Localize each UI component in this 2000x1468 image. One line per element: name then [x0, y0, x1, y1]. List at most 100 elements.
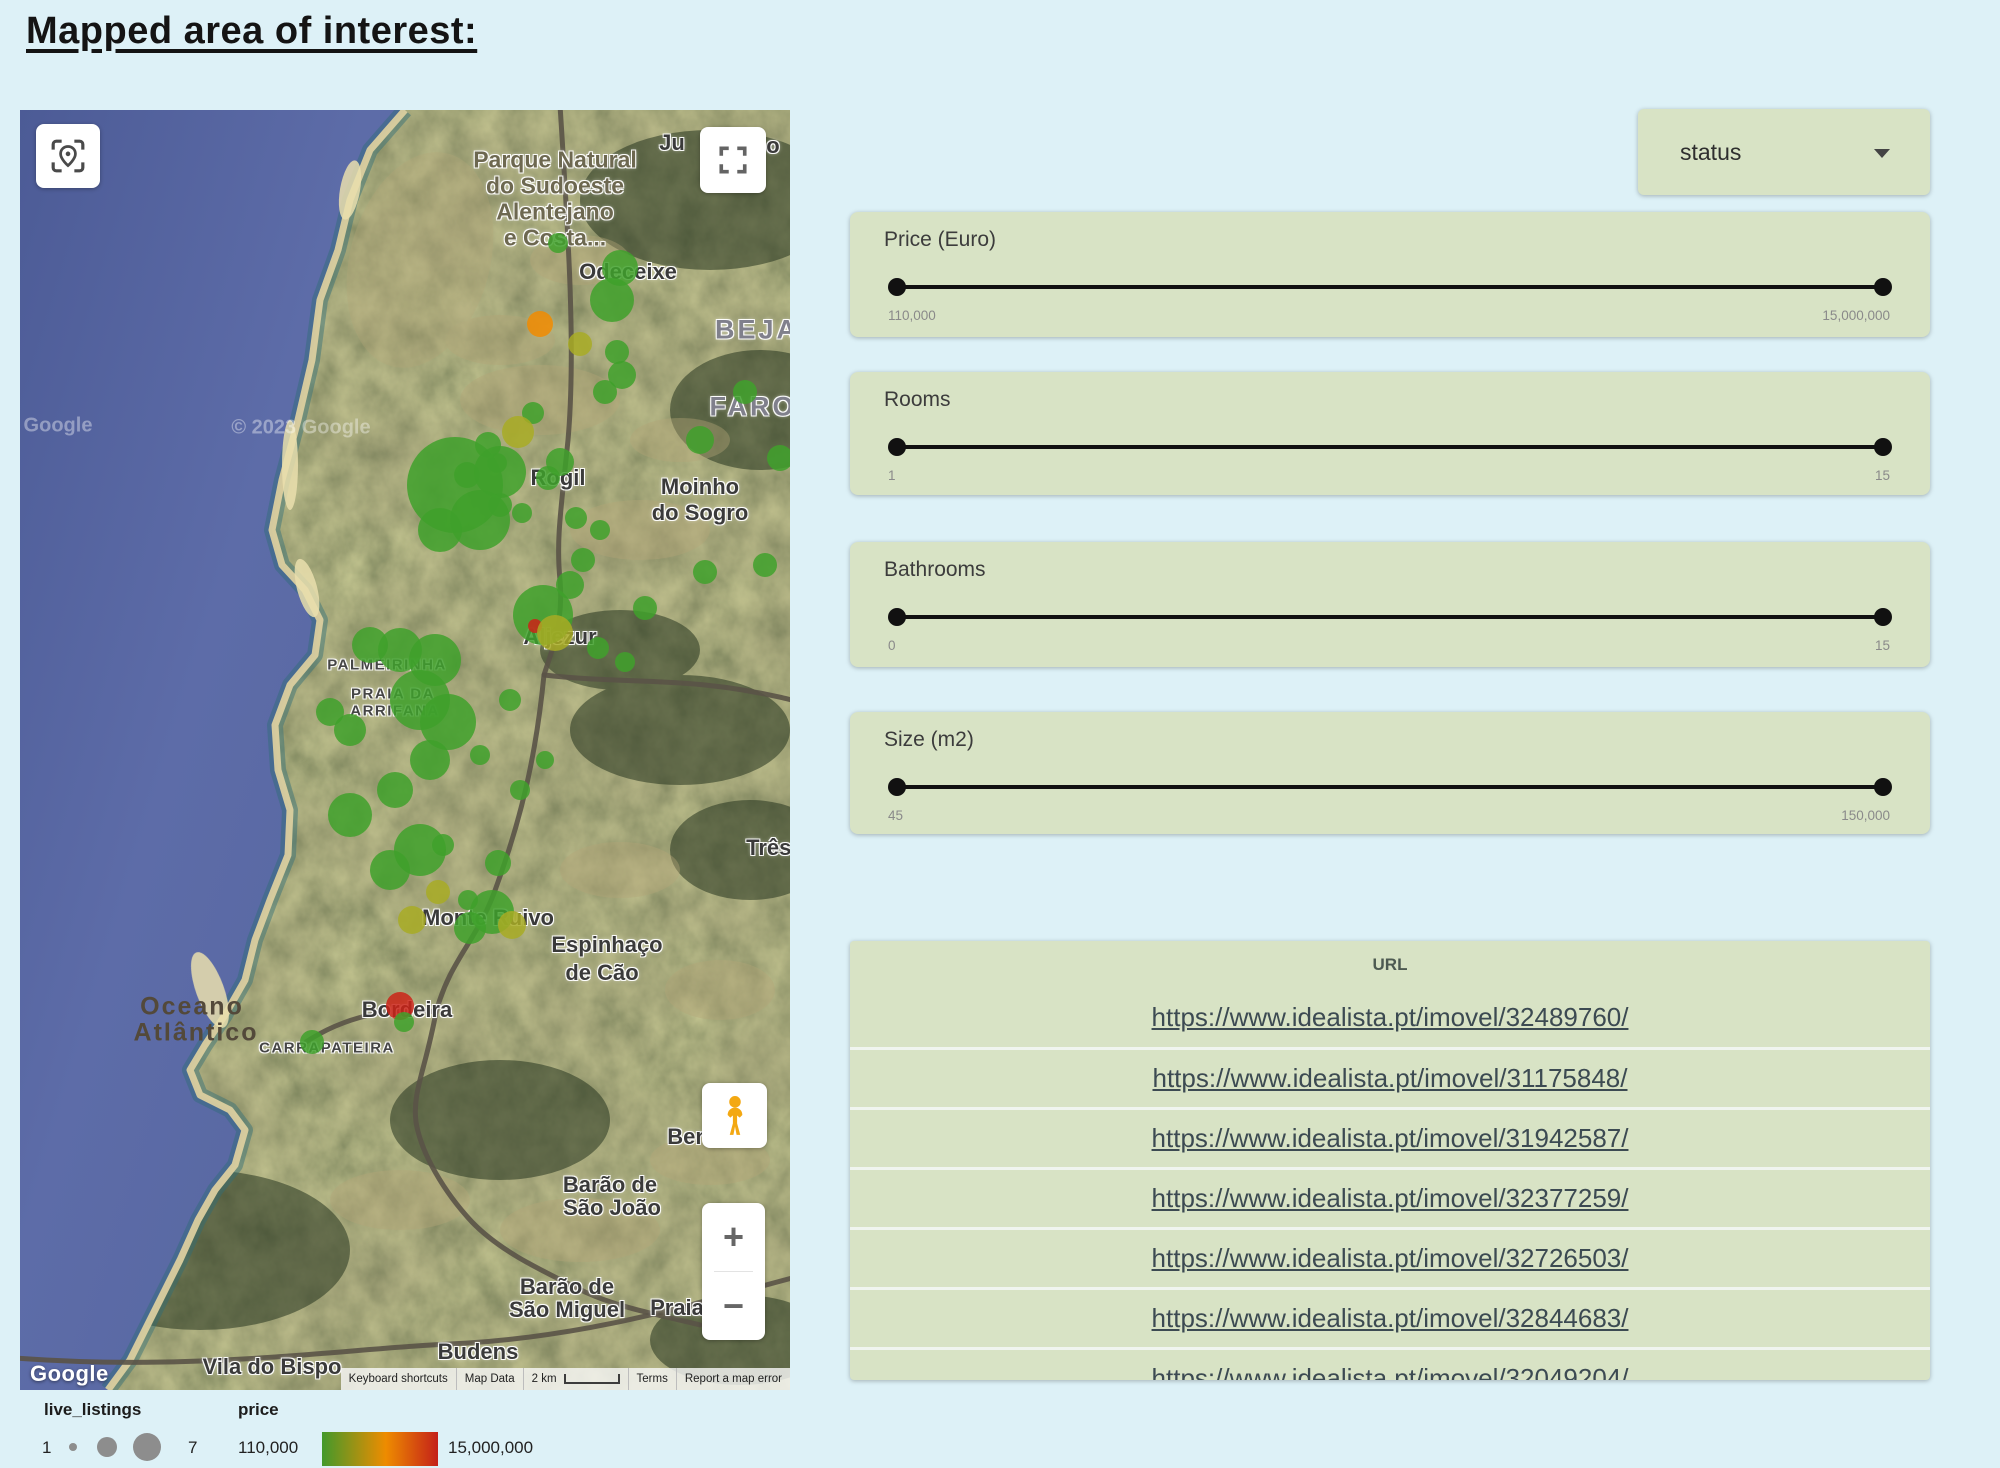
- listing-dot[interactable]: [686, 426, 714, 454]
- table-row: https://www.idealista.pt/imovel/31942587…: [850, 1107, 1930, 1167]
- satellite-map[interactable]: Parque Naturaldo SudoesteAlentejanoe Cos…: [20, 110, 790, 1390]
- listing-dot[interactable]: [693, 560, 717, 584]
- filter-label: Bathrooms: [884, 558, 986, 582]
- listing-dot[interactable]: [605, 340, 629, 364]
- slider-handle-max[interactable]: [1874, 438, 1892, 456]
- legend-size-max: 7: [188, 1438, 197, 1458]
- listing-dot[interactable]: [556, 571, 584, 599]
- attribution-item[interactable]: Report a map error: [676, 1368, 790, 1390]
- listing-dot[interactable]: [536, 751, 554, 769]
- slider-handle-min[interactable]: [888, 278, 906, 296]
- listing-dot[interactable]: [370, 850, 410, 890]
- listing-link[interactable]: https://www.idealista.pt/imovel/31175848…: [1152, 1063, 1627, 1094]
- listing-dot[interactable]: [398, 906, 426, 934]
- filter-label: Price (Euro): [884, 228, 996, 252]
- listing-dot[interactable]: [426, 880, 450, 904]
- listing-link[interactable]: https://www.idealista.pt/imovel/32489760…: [1152, 1002, 1629, 1033]
- slider-handle-max[interactable]: [1874, 778, 1892, 796]
- status-dropdown-label: status: [1680, 139, 1741, 166]
- size-dot-large: [133, 1433, 161, 1461]
- listing-dot[interactable]: [593, 380, 617, 404]
- listing-dot[interactable]: [502, 416, 534, 448]
- range-slider[interactable]: [897, 608, 1883, 626]
- listing-dot[interactable]: [536, 466, 560, 490]
- slider-min-label: 0: [888, 638, 896, 653]
- attribution-item[interactable]: Map Data: [456, 1368, 523, 1390]
- listing-dot[interactable]: [454, 912, 486, 944]
- listing-dot[interactable]: [328, 793, 372, 837]
- listing-dot[interactable]: [548, 233, 568, 253]
- listing-dot[interactable]: [432, 834, 454, 856]
- listing-dot[interactable]: [410, 740, 450, 780]
- listing-dot[interactable]: [499, 689, 521, 711]
- listing-link[interactable]: https://www.idealista.pt/imovel/32377259…: [1152, 1183, 1629, 1214]
- slider-track: [897, 285, 1883, 289]
- attribution-item: 2 km: [523, 1368, 628, 1390]
- listing-dot[interactable]: [590, 520, 610, 540]
- slider-range-labels: 015: [888, 638, 1890, 653]
- price-gradient-bar: [322, 1432, 438, 1466]
- listing-dot[interactable]: [568, 332, 592, 356]
- slider-handle-min[interactable]: [888, 438, 906, 456]
- listing-dot[interactable]: [418, 508, 462, 552]
- pegman-button[interactable]: [702, 1083, 767, 1148]
- filter-label: Size (m2): [884, 728, 974, 752]
- slider-handle-max[interactable]: [1874, 608, 1892, 626]
- size-dot-small: [69, 1443, 77, 1451]
- range-slider[interactable]: [897, 778, 1883, 796]
- listing-dot[interactable]: [565, 507, 587, 529]
- zoom-out-button[interactable]: −: [702, 1272, 765, 1340]
- slider-max-label: 15: [1875, 468, 1890, 483]
- listing-dot[interactable]: [633, 596, 657, 620]
- zoom-in-button[interactable]: +: [702, 1203, 765, 1271]
- map-attribution-bar: Keyboard shortcutsMap Data2 kmTermsRepor…: [341, 1368, 790, 1390]
- listing-link[interactable]: https://www.idealista.pt/imovel/32049204…: [1152, 1363, 1629, 1380]
- slider-min-label: 110,000: [888, 308, 936, 323]
- listing-dot[interactable]: [527, 311, 553, 337]
- listing-dot[interactable]: [498, 911, 526, 939]
- listing-dot[interactable]: [316, 698, 344, 726]
- locate-button[interactable]: [36, 124, 100, 188]
- slider-handle-max[interactable]: [1874, 278, 1892, 296]
- listing-dot[interactable]: [512, 503, 532, 523]
- listing-dot[interactable]: [537, 615, 573, 651]
- listing-dot[interactable]: [767, 445, 790, 471]
- listing-dot[interactable]: [377, 772, 413, 808]
- attribution-item[interactable]: Keyboard shortcuts: [341, 1368, 456, 1390]
- listing-dot[interactable]: [753, 553, 777, 577]
- listing-dot[interactable]: [394, 1012, 414, 1032]
- legend-size-min: 1: [42, 1438, 51, 1458]
- slider-min-label: 1: [888, 468, 896, 483]
- status-dropdown[interactable]: status: [1638, 109, 1930, 195]
- listing-link[interactable]: https://www.idealista.pt/imovel/31942587…: [1152, 1123, 1629, 1154]
- listing-dot[interactable]: [733, 380, 757, 404]
- map-legend: live_listings 1 7 price 110,000 15,000,0…: [0, 1396, 900, 1468]
- slider-handle-min[interactable]: [888, 778, 906, 796]
- listing-dot[interactable]: [590, 278, 634, 322]
- range-slider[interactable]: [897, 278, 1883, 296]
- size-dot-medium: [97, 1437, 117, 1457]
- listing-link[interactable]: https://www.idealista.pt/imovel/32726503…: [1152, 1243, 1629, 1274]
- attribution-item[interactable]: Terms: [628, 1368, 676, 1390]
- filter-panel-rooms: Rooms115: [850, 372, 1930, 495]
- map-scale-bar: [564, 1374, 620, 1384]
- listing-dot[interactable]: [571, 548, 595, 572]
- slider-track: [897, 615, 1883, 619]
- legend-price-max: 15,000,000: [448, 1438, 533, 1458]
- slider-track: [897, 445, 1883, 449]
- table-row: https://www.idealista.pt/imovel/32049204…: [850, 1347, 1930, 1380]
- fullscreen-button[interactable]: [700, 127, 766, 193]
- listing-dot[interactable]: [510, 780, 530, 800]
- table-row: https://www.idealista.pt/imovel/32377259…: [850, 1167, 1930, 1227]
- listing-link[interactable]: https://www.idealista.pt/imovel/32844683…: [1152, 1303, 1629, 1334]
- filter-panel-bathrooms: Bathrooms 015: [850, 542, 1930, 667]
- table-row: https://www.idealista.pt/imovel/32726503…: [850, 1227, 1930, 1287]
- slider-handle-min[interactable]: [888, 608, 906, 626]
- listing-dot[interactable]: [587, 637, 609, 659]
- listing-dot[interactable]: [615, 652, 635, 672]
- range-slider[interactable]: [897, 438, 1883, 456]
- google-logo[interactable]: Google: [30, 1361, 109, 1387]
- listing-dot[interactable]: [470, 745, 490, 765]
- listing-dot[interactable]: [300, 1030, 324, 1054]
- listing-dot[interactable]: [485, 850, 511, 876]
